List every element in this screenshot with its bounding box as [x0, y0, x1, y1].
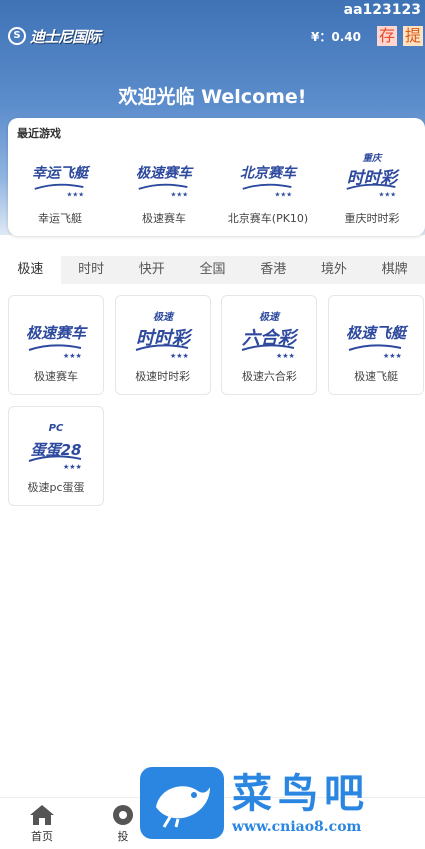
game-logo-stars: ★★★ [63, 352, 82, 360]
category-tab[interactable]: 极速 [0, 256, 61, 284]
nav-bet[interactable]: 投 [103, 804, 143, 844]
balance-amount: ¥：0.40 [311, 29, 361, 44]
bet-icon [113, 805, 133, 825]
game-logo-icon: 北京赛车 ★★★ [240, 165, 298, 199]
game-card[interactable]: 极速 六合彩 ★★★ 极速六合彩 [221, 295, 318, 395]
recent-games-title: 最近游戏 [17, 127, 61, 140]
game-logo-swoosh [34, 183, 84, 190]
deposit-button[interactable]: 存 [377, 26, 397, 46]
game-logo-stars: ★★★ [379, 190, 397, 198]
logo-emblem-icon: S [8, 27, 26, 45]
username: aa123123 [343, 2, 421, 18]
game-logo-stars: ★★★ [67, 190, 85, 198]
game-label: 极速赛车 [34, 370, 78, 383]
game-logo-icon: 极速六合彩★★★ [242, 311, 299, 360]
recent-games-list: 幸运飞艇 ★★★ 幸运飞艇 极速赛车 ★★★ 极速赛车 北京赛车 ★★★ 北京赛车(PK10) 重… [8, 144, 425, 226]
game-label: 极速六合彩 [241, 370, 297, 383]
category-tabs: 极速 时时 快开 全国 香港 境外 棋牌 [0, 256, 425, 284]
recent-game-label: 北京赛车(PK10) [227, 212, 309, 225]
game-logo-stars: ★★★ [275, 190, 293, 198]
game-logo-swoosh [28, 344, 82, 351]
logo-text: 迪士尼国际 [30, 27, 101, 46]
recent-game-label: 极速赛车 [142, 212, 186, 225]
game-logo-icon: 幸运飞艇 ★★★ [32, 165, 91, 199]
game-label: 极速pc蛋蛋 [27, 481, 85, 494]
game-logo-text: 极速 [153, 311, 175, 323]
category-tab[interactable]: 时时 [61, 256, 122, 284]
watermark: 菜鸟吧 www.cniao8.com [140, 762, 425, 844]
game-logo-icon: 极速赛车 ★★★ [136, 165, 194, 199]
balance-row: ¥：0.40 存 提 [311, 26, 423, 46]
game-logo-stars: ★★★ [276, 352, 295, 360]
watermark-bird-icon [140, 767, 224, 839]
game-logo-text: 极速 [259, 311, 281, 323]
brand-logo: S 迪士尼国际 [8, 8, 133, 64]
game-logo-stars: ★★★ [170, 352, 189, 360]
game-logo-stars: ★★★ [171, 190, 189, 198]
category-tab[interactable]: 境外 [304, 256, 365, 284]
game-logo-swoosh [138, 183, 188, 190]
recent-game-label: 幸运飞艇 [38, 212, 82, 225]
recent-game-item[interactable]: 重庆 时时彩 ★★★ 重庆时时彩 [320, 144, 424, 226]
withdraw-button[interactable]: 提 [403, 26, 423, 46]
game-card[interactable]: 极速赛车 ★★★ 极速赛车 [8, 295, 104, 395]
game-card[interactable]: PC 蛋蛋28 ★★★ 极速pc蛋蛋 [8, 406, 104, 506]
game-card[interactable]: 极速 时时彩 ★★★ 极速时时彩 [114, 295, 211, 395]
game-logo-icon: PC蛋蛋28★★★ [28, 423, 82, 471]
game-card[interactable]: 极速飞艇 ★★★ 极速飞艇 [328, 295, 425, 395]
game-logo-stars: ★★★ [383, 352, 402, 360]
game-logo-stars: ★★★ [63, 463, 82, 471]
game-logo-swoosh [348, 344, 402, 351]
category-tab[interactable]: 快开 [121, 256, 182, 284]
watermark-url: www.cniao8.com [232, 819, 362, 835]
welcome-message: 欢迎光临 Welcome! [118, 86, 307, 108]
game-logo-text: 幸运飞艇 [32, 165, 91, 182]
home-icon [30, 805, 54, 825]
nav-bet-label: 投 [117, 830, 129, 843]
recent-game-label: 重庆时时彩 [344, 212, 400, 225]
recent-game-item[interactable]: 北京赛车 ★★★ 北京赛车(PK10) [216, 144, 320, 226]
game-label: 极速时时彩 [135, 370, 191, 383]
game-logo-text: 极速飞艇 [346, 324, 409, 342]
recent-games-card: 最近游戏 幸运飞艇 ★★★ 幸运飞艇 极速赛车 ★★★ 极速赛车 北京赛车 ★★★ 北京赛车(P… [8, 118, 425, 236]
recent-game-item[interactable]: 极速赛车 ★★★ 极速赛车 [112, 144, 216, 226]
nav-home[interactable]: 首页 [22, 804, 62, 844]
game-logo-text: 极速赛车 [26, 324, 88, 342]
category-tab[interactable]: 全国 [182, 256, 243, 284]
game-logo-text: 极速赛车 [136, 165, 194, 182]
game-logo-text: 北京赛车 [240, 165, 298, 182]
category-tab[interactable]: 香港 [243, 256, 304, 284]
game-logo-icon: 极速时时彩★★★ [135, 311, 193, 360]
game-label: 极速飞艇 [354, 370, 399, 383]
recent-game-item[interactable]: 幸运飞艇 ★★★ 幸运飞艇 [8, 144, 112, 226]
game-logo-text: PC [49, 423, 64, 434]
nav-home-label: 首页 [31, 830, 53, 843]
game-logo-swoosh [242, 183, 292, 190]
game-logo-text: 重庆 [363, 152, 383, 164]
category-tab[interactable]: 棋牌 [364, 256, 425, 284]
watermark-title: 菜鸟吧 [232, 770, 370, 817]
game-logo-icon: 重庆时时彩★★★ [346, 152, 400, 198]
game-logo-icon: 极速飞艇 ★★★ [346, 324, 409, 360]
game-logo-icon: 极速赛车 ★★★ [26, 324, 88, 360]
